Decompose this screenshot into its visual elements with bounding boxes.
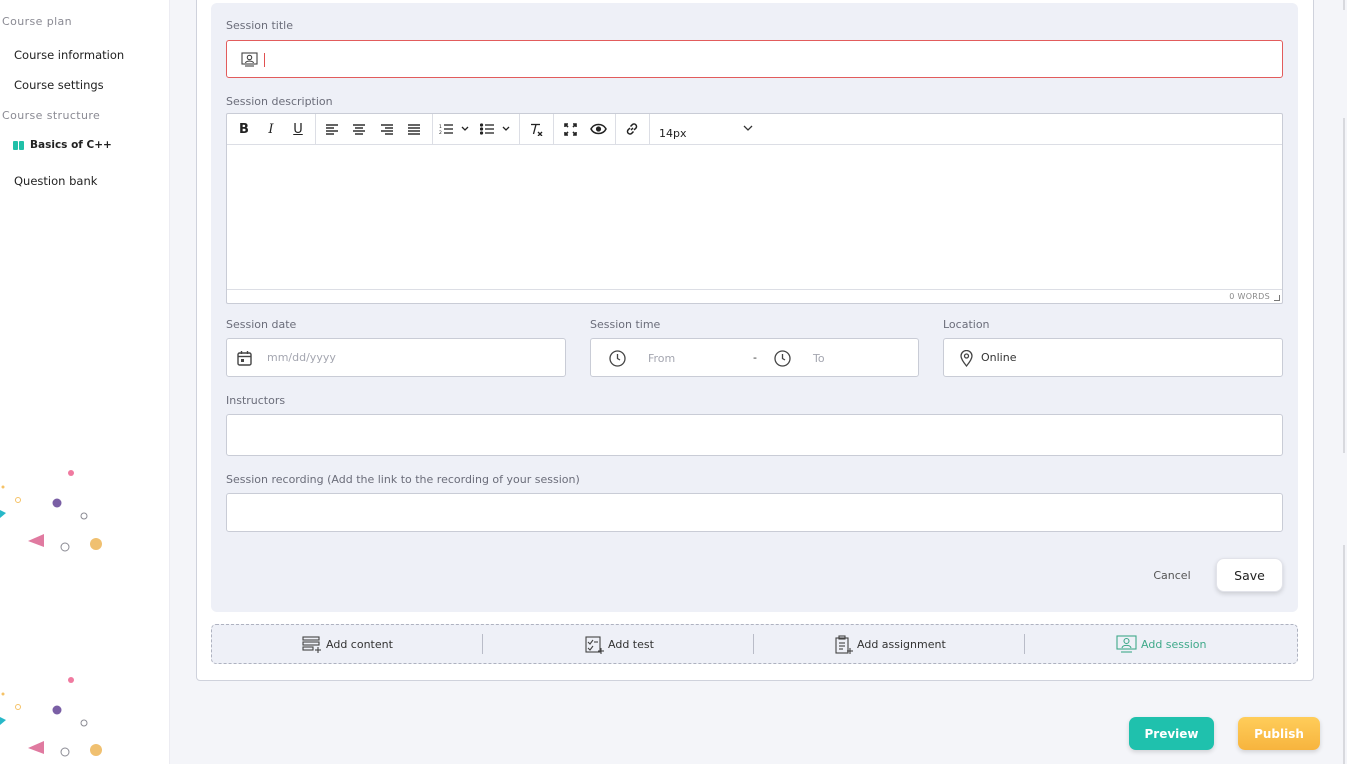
add-test-icon [585,635,604,654]
add-session-button[interactable]: Add session [1116,625,1207,663]
editor-toolbar: B I U 12 14px [227,114,1282,145]
svg-text:1: 1 [439,124,442,130]
page: Course plan Course information Course se… [0,0,1347,764]
align-left-icon[interactable] [322,120,342,138]
session-recording-label: Session recording (Add the link to the r… [226,473,580,486]
calendar-icon [237,351,252,366]
preview-button[interactable]: Preview [1129,717,1214,750]
session-date-label: Session date [226,318,297,331]
confetti-decoration-bottom [0,677,102,757]
add-content-label: Add content [326,637,393,651]
cancel-button[interactable]: Cancel [1140,565,1204,585]
location-value: Online [981,351,1017,364]
scrollbar-bottom[interactable] [1343,545,1345,764]
session-description-label: Session description [226,95,333,108]
scrollbar[interactable] [1343,118,1345,453]
sidebar-item-label: Basics of C++ [30,139,112,151]
add-item-bar: Add content Add test Add assignment Add … [211,624,1298,664]
session-date-placeholder: mm/dd/yyyy [267,351,336,364]
sidebar: Course plan Course information Course se… [0,0,170,764]
session-description-editor[interactable]: B I U 12 14px 0 WORDS [226,113,1283,304]
publish-button[interactable]: Publish [1238,717,1320,750]
fullscreen-icon[interactable] [560,120,580,138]
instructors-input[interactable] [226,414,1283,456]
session-recording-input[interactable] [226,493,1283,532]
add-test-button[interactable]: Add test [585,625,654,663]
session-date-input[interactable]: mm/dd/yyyy [226,338,566,377]
sidebar-item-course-settings[interactable]: Course settings [14,78,104,92]
scrollbar-top[interactable] [1343,0,1345,10]
sidebar-item-question-bank[interactable]: Question bank [14,174,97,188]
link-icon[interactable] [622,120,642,138]
bullet-list-icon[interactable] [479,120,515,138]
sidebar-item-course-information[interactable]: Course information [14,48,124,62]
session-time-input[interactable]: From - To [590,338,919,377]
add-content-icon [302,635,321,653]
underline-button[interactable]: U [288,120,308,138]
svg-text:2: 2 [439,130,442,135]
session-title-input[interactable] [226,40,1283,78]
align-right-icon[interactable] [377,120,397,138]
font-size-select[interactable]: 14px [659,122,759,140]
align-justify-icon[interactable] [404,120,424,138]
session-time-label: Session time [590,318,661,331]
add-assignment-button[interactable]: Add assignment [834,625,946,663]
instructors-label: Instructors [226,394,286,407]
clock-icon [609,350,626,367]
time-to-placeholder[interactable]: To [813,352,825,365]
confetti-decoration [0,470,102,552]
location-label: Location [943,318,990,331]
session-title-label: Session title [226,19,293,32]
italic-button[interactable]: I [261,120,281,138]
word-count: 0 WORDS [1229,292,1270,301]
add-test-label: Add test [608,637,654,651]
sidebar-heading-course-plan: Course plan [2,15,73,28]
save-button[interactable]: Save [1216,558,1283,592]
resize-handle[interactable] [1274,295,1280,301]
book-icon [13,140,24,150]
sidebar-heading-course-structure: Course structure [2,109,101,122]
text-caret [264,53,265,67]
font-size-value: 14px [659,127,687,140]
clear-format-icon[interactable] [526,120,546,138]
preview-eye-icon[interactable] [588,120,608,138]
bold-button[interactable]: B [234,120,254,138]
location-input[interactable]: Online [943,338,1283,377]
add-session-icon [1116,635,1137,653]
numbered-list-icon[interactable]: 12 [438,120,474,138]
time-separator: - [753,351,757,364]
time-from-placeholder[interactable]: From [648,352,675,365]
location-pin-icon [960,350,973,367]
add-content-button[interactable]: Add content [302,625,393,663]
sidebar-item-basics-of-cpp[interactable]: Basics of C++ [13,139,112,151]
align-center-icon[interactable] [349,120,369,138]
session-icon [241,52,258,67]
chevron-down-icon [743,125,753,131]
add-assignment-icon [835,634,853,654]
editor-status-bar: 0 WORDS [227,289,1282,303]
add-session-label: Add session [1141,637,1207,651]
add-assignment-label: Add assignment [857,637,946,651]
clock-icon [774,350,791,367]
